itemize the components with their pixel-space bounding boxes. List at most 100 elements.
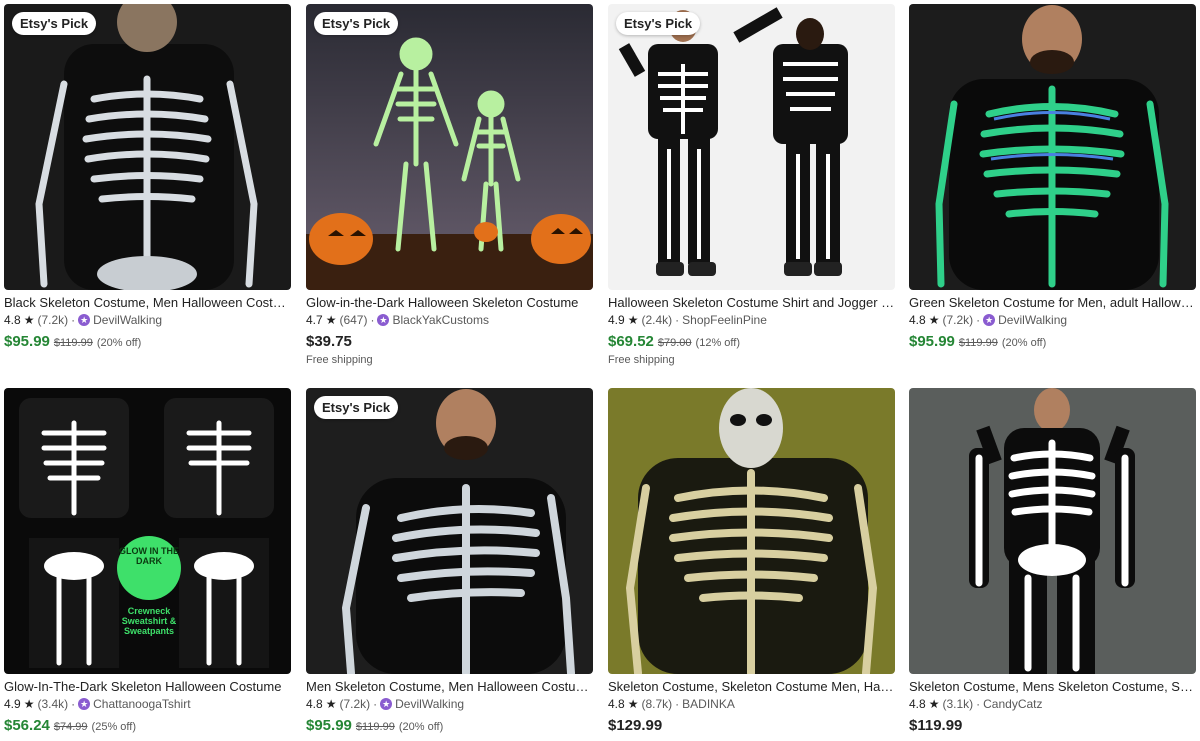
listing-title[interactable]: Glow-in-the-Dark Halloween Skeleton Cost… xyxy=(306,295,593,311)
price-row: $95.99 $119.99 (20% off) xyxy=(909,333,1196,350)
sale-price: $95.99 xyxy=(909,333,955,350)
shop-name[interactable]: BADINKA xyxy=(682,696,735,712)
listing-title[interactable]: Skeleton Costume, Mens Skeleton Costume,… xyxy=(909,679,1196,695)
star-seller-icon: ★ xyxy=(380,698,393,710)
etsys-pick-badge: Etsy's Pick xyxy=(12,12,97,35)
listing-image[interactable]: Etsy's Pick xyxy=(4,4,291,290)
separator: · xyxy=(675,313,680,327)
green-skeleton-photo xyxy=(909,4,1196,290)
separator: · xyxy=(71,313,76,327)
listing-card[interactable]: Etsy's Pick Halloween Skeleton Costume S… xyxy=(608,4,895,366)
free-shipping-label: Free shipping xyxy=(608,354,675,366)
listing-meta: 4.7 ★ (647) · ★ BlackYakCustoms xyxy=(306,312,593,328)
listing-image[interactable]: Etsy's Pick xyxy=(306,4,593,290)
listing-title[interactable]: Halloween Skeleton Costume Shirt and Jog… xyxy=(608,295,895,311)
skeleton-shirt-jogger-photo xyxy=(608,4,895,290)
star-seller-icon: ★ xyxy=(78,314,91,326)
shop-name[interactable]: DevilWalking xyxy=(395,696,464,712)
star-seller-icon: ★ xyxy=(983,314,996,326)
separator: · xyxy=(976,313,981,327)
glow-badge-text: GLOW IN THE DARK xyxy=(119,546,179,566)
review-count: (7.2k) xyxy=(37,313,69,327)
listing-image[interactable]: Etsy's Pick xyxy=(608,4,895,290)
star-icon: ★ xyxy=(627,697,639,711)
star-seller-icon: ★ xyxy=(78,698,91,710)
shop-name[interactable]: CandyCatz xyxy=(983,696,1042,712)
price-row: $56.24 $74.99 (25% off) xyxy=(4,717,291,734)
sale-price: $56.24 xyxy=(4,717,50,734)
price-row: $119.99 xyxy=(909,717,1196,734)
listing-image[interactable] xyxy=(608,388,895,674)
skeleton-costume-photo xyxy=(4,4,291,290)
listing-title[interactable]: Men Skeleton Costume, Men Halloween Cost… xyxy=(306,679,593,695)
shop-name[interactable]: ChattanoogaTshirt xyxy=(93,696,190,712)
price: $119.99 xyxy=(909,717,963,734)
etsys-pick-badge: Etsy's Pick xyxy=(616,12,701,35)
listing-card[interactable]: Skeleton Costume, Mens Skeleton Costume,… xyxy=(909,388,1196,734)
original-price: $79.00 xyxy=(657,337,692,349)
etsys-pick-badge: Etsy's Pick xyxy=(314,396,399,419)
review-count: (2.4k) xyxy=(641,313,673,327)
review-count: (3.1k) xyxy=(942,697,974,711)
shop-name[interactable]: BlackYakCustoms xyxy=(392,312,488,328)
listing-title[interactable]: Green Skeleton Costume for Men, adult Ha… xyxy=(909,295,1196,311)
discount-percent: (20% off) xyxy=(96,337,142,349)
sale-price: $95.99 xyxy=(306,717,352,734)
full-body-skeleton-photo xyxy=(909,388,1196,674)
price: $129.99 xyxy=(608,717,663,734)
review-count: (7.2k) xyxy=(942,313,974,327)
discount-percent: (20% off) xyxy=(398,721,444,733)
review-count: (3.4k) xyxy=(37,697,69,711)
listing-card[interactable]: Etsy's Pick Glow-in-the-Dark Halloween S… xyxy=(306,4,593,366)
listing-meta: 4.9 ★ (2.4k) · ShopFeelinPine xyxy=(608,312,895,328)
rating-value: 4.8 xyxy=(909,313,926,327)
star-icon: ★ xyxy=(325,313,337,327)
rating-value: 4.8 xyxy=(909,697,926,711)
etsys-pick-badge: Etsy's Pick xyxy=(314,12,399,35)
listing-card[interactable]: Green Skeleton Costume for Men, adult Ha… xyxy=(909,4,1196,350)
listing-title[interactable]: Black Skeleton Costume, Men Halloween Co… xyxy=(4,295,291,311)
listing-image[interactable] xyxy=(909,388,1196,674)
listing-card[interactable]: Skeleton Costume, Skeleton Costume Men, … xyxy=(608,388,895,734)
discount-percent: (12% off) xyxy=(695,337,740,349)
review-count: (8.7k) xyxy=(641,697,673,711)
listing-title[interactable]: Glow-In-The-Dark Skeleton Halloween Cost… xyxy=(4,679,291,695)
separator: · xyxy=(373,697,378,711)
review-count: (647) xyxy=(339,313,368,327)
listing-card[interactable]: GLOW IN THE DARK Crewneck Sweatshirt & S… xyxy=(4,388,291,734)
rating-value: 4.7 xyxy=(306,313,323,327)
listing-meta: 4.9 ★ (3.4k) · ★ ChattanoogaTshirt xyxy=(4,696,291,712)
listing-image[interactable]: Etsy's Pick xyxy=(306,388,593,674)
original-price: $119.99 xyxy=(958,337,998,349)
shop-name[interactable]: DevilWalking xyxy=(998,312,1067,328)
price-row: $95.99 $119.99 (20% off) xyxy=(306,717,593,734)
listing-grid: Etsy's Pick Black Skeleton Costume, Men … xyxy=(0,0,1200,741)
listing-meta: 4.8 ★ (7.2k) · ★ DevilWalking xyxy=(306,696,593,712)
price-row: $129.99 xyxy=(608,717,895,734)
star-seller-icon: ★ xyxy=(377,314,390,326)
listing-card[interactable]: Etsy's Pick Black Skeleton Costume, Men … xyxy=(4,4,291,350)
original-price: $74.99 xyxy=(53,721,88,733)
listing-image[interactable]: GLOW IN THE DARK Crewneck Sweatshirt & S… xyxy=(4,388,291,674)
rating-value: 4.9 xyxy=(4,697,21,711)
glow-skeleton-photo xyxy=(306,4,593,290)
shop-name[interactable]: DevilWalking xyxy=(93,312,162,328)
listing-meta: 4.8 ★ (8.7k) · BADINKA xyxy=(608,696,895,712)
rating-value: 4.8 xyxy=(608,697,625,711)
rating-value: 4.8 xyxy=(306,697,323,711)
star-icon: ★ xyxy=(23,697,35,711)
listing-title[interactable]: Skeleton Costume, Skeleton Costume Men, … xyxy=(608,679,895,695)
gold-skeleton-photo xyxy=(608,388,895,674)
star-icon: ★ xyxy=(627,313,639,327)
separator: · xyxy=(370,313,375,327)
listing-meta: 4.8 ★ (7.2k) · ★ DevilWalking xyxy=(909,312,1196,328)
star-icon: ★ xyxy=(23,313,35,327)
sale-price: $95.99 xyxy=(4,333,50,350)
discount-percent: (20% off) xyxy=(1001,337,1047,349)
discount-percent: (25% off) xyxy=(91,721,136,733)
listing-image[interactable] xyxy=(909,4,1196,290)
listing-card[interactable]: Etsy's Pick Men Skeleton Costume, Men Ha… xyxy=(306,388,593,734)
rating-value: 4.9 xyxy=(608,313,625,327)
original-price: $119.99 xyxy=(53,337,93,349)
shop-name[interactable]: ShopFeelinPine xyxy=(682,312,767,328)
